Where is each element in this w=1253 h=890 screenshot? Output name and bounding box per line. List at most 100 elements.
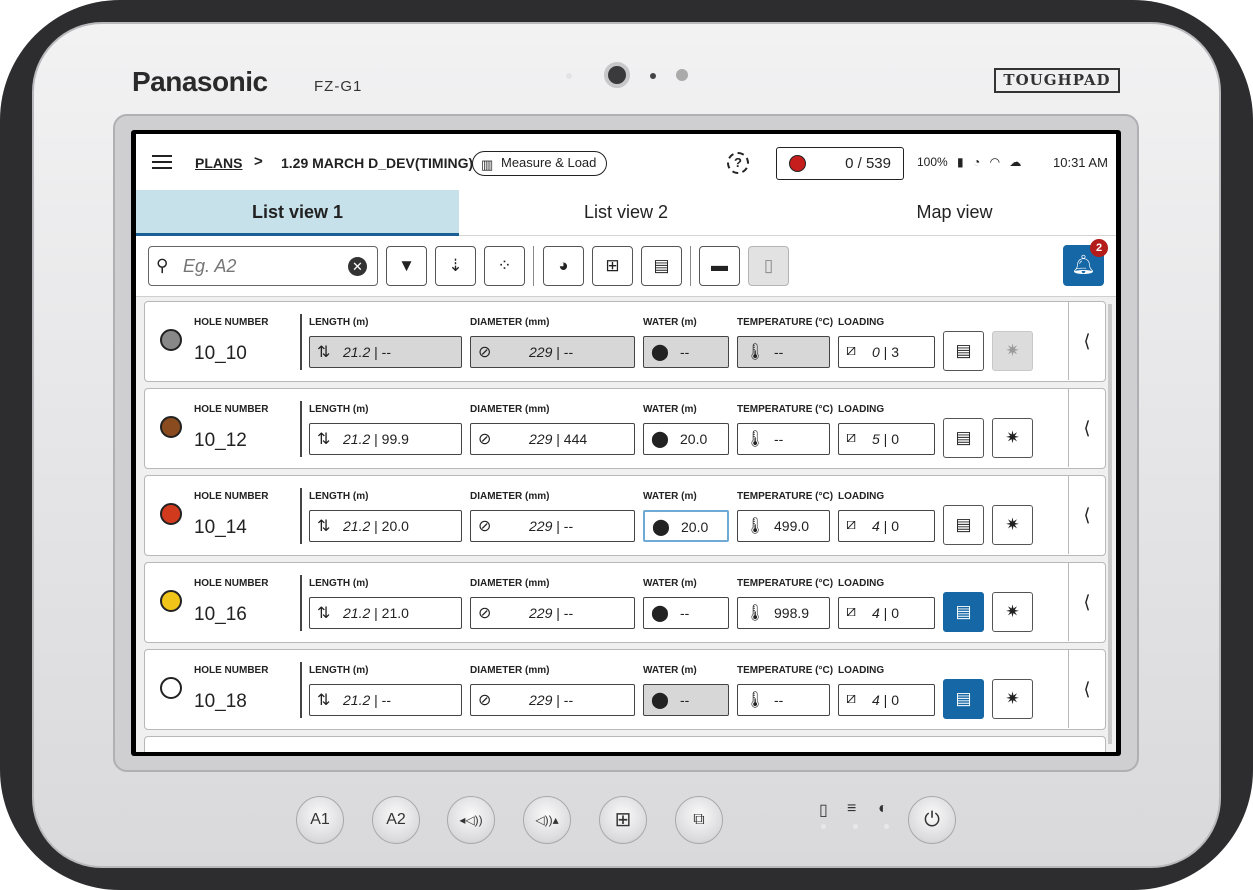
water-field[interactable]: ⬤ 20.0 — [643, 423, 729, 455]
volume-up-button[interactable]: ◁))▴ — [523, 796, 571, 844]
volume-down-button[interactable]: ◂◁)) — [447, 796, 495, 844]
diameter-actual: -- — [563, 344, 574, 360]
rotation-button[interactable]: ⧉ — [675, 796, 723, 844]
length-icon: ⇅ — [317, 344, 331, 361]
hole-row[interactable]: HOLE NUMBER 10_14 LENGTH (m) ⇅ 21.2 | 20… — [144, 475, 1106, 556]
length-field[interactable]: ⇅ 21.2 | -- — [309, 684, 462, 716]
length-icon: ⇅ — [317, 605, 331, 622]
temperature-field[interactable]: 🌡︎ 998.9 — [737, 597, 830, 629]
cloud-icon: ☁ — [1009, 155, 1022, 169]
expand-row-button[interactable]: ⟨ — [1068, 389, 1105, 467]
ambient-sensor — [676, 69, 688, 81]
breadcrumb-plans-link[interactable]: PLANS — [195, 155, 242, 171]
hole-row-partial[interactable] — [144, 736, 1106, 752]
export-button[interactable]: ▯ — [748, 246, 789, 286]
measure-load-button[interactable]: ▥ Measure & Load — [472, 151, 608, 176]
diameter-field[interactable]: ⊘ 229 | -- — [470, 510, 635, 542]
diameter-field[interactable]: ⊘ 229 | 444 — [470, 423, 635, 455]
sort-button[interactable]: ⇣ — [435, 246, 476, 286]
loading-label: LOADING — [838, 404, 885, 415]
temperature-field[interactable]: 🌡︎ -- — [737, 423, 830, 455]
pattern-button[interactable]: ⁘ — [484, 246, 525, 286]
record-counter[interactable]: 0 / 539 — [776, 147, 904, 180]
loading-field[interactable]: ⧄ 5 | 0 — [838, 423, 935, 455]
expand-row-button[interactable]: ⟨ — [1068, 650, 1105, 728]
tab-map-view[interactable]: Map view — [793, 190, 1116, 236]
expand-row-button[interactable]: ⟨ — [1068, 476, 1105, 554]
breadcrumb-separator: > — [254, 153, 263, 170]
diameter-value: 229 | -- — [529, 605, 574, 621]
hole-load-button[interactable]: ✷ — [992, 418, 1033, 458]
temperature-value: 499.0 — [774, 518, 810, 534]
loading-value: 4 | 0 — [872, 605, 900, 621]
water-value: -- — [680, 344, 690, 360]
notification-badge: 2 — [1090, 239, 1108, 257]
temperature-field[interactable]: 🌡︎ -- — [737, 336, 830, 368]
status-bar: 100% ▮ ◔ ◠ ☁ — [917, 155, 1027, 169]
loading-value: 5 | 0 — [872, 431, 900, 447]
hole-row[interactable]: HOLE NUMBER 10_16 LENGTH (m) ⇅ 21.2 | 21… — [144, 562, 1106, 643]
water-field[interactable]: ⬤ -- — [643, 597, 729, 629]
hole-load-button[interactable]: ✷ — [992, 679, 1033, 719]
report-button[interactable]: ▤ — [641, 246, 682, 286]
expand-row-button[interactable]: ⟨ — [1068, 302, 1105, 380]
loading-field[interactable]: ⧄ 0 | 3 — [838, 336, 935, 368]
temperature-field[interactable]: 🌡︎ 499.0 — [737, 510, 830, 542]
length-label: LENGTH (m) — [309, 317, 369, 328]
hole-number: 10_10 — [194, 343, 247, 364]
loading-field[interactable]: ⧄ 4 | 0 — [838, 597, 935, 629]
hole-row[interactable]: HOLE NUMBER 10_10 LENGTH (m) ⇅ 21.2 | --… — [144, 301, 1106, 382]
diameter-field[interactable]: ⊘ 229 | -- — [470, 336, 635, 368]
hole-load-button[interactable]: ✷ — [992, 505, 1033, 545]
thermometer-icon: 🌡︎ — [745, 431, 766, 448]
search-input[interactable] — [183, 253, 333, 279]
tab-list-view-1[interactable]: List view 1 — [136, 190, 459, 236]
help-icon[interactable]: ? — [727, 152, 749, 174]
length-planned: 21.2 — [343, 605, 371, 621]
clear-search-icon[interactable]: ✕ — [348, 257, 367, 276]
loading-field[interactable]: ⧄ 4 | 0 — [838, 510, 935, 542]
location-button[interactable]: ◕ — [543, 246, 584, 286]
hole-report-button[interactable]: ▤ — [943, 505, 984, 545]
windows-button[interactable]: ⊞ — [599, 796, 647, 844]
loading-field[interactable]: ⧄ 4 | 0 — [838, 684, 935, 716]
measure-load-label: Measure & Load — [501, 155, 597, 170]
loading-chart-icon: ⧄ — [846, 690, 857, 707]
filter-button[interactable]: ▼ — [386, 246, 427, 286]
length-value: 21.2 | -- — [343, 344, 391, 360]
temperature-label: TEMPERATURE (°C) — [737, 578, 834, 589]
diameter-field[interactable]: ⊘ 229 | -- — [470, 597, 635, 629]
diameter-icon: ⊘ — [478, 692, 492, 709]
hole-report-button[interactable]: ▤ — [943, 592, 984, 632]
open-folder-button[interactable]: ▬ — [699, 246, 740, 286]
hole-report-button[interactable]: ▤ — [943, 679, 984, 719]
scrollbar[interactable] — [1108, 304, 1112, 744]
water-field[interactable]: ⬤ -- — [643, 684, 729, 716]
expand-row-button[interactable]: ⟨ — [1068, 563, 1105, 641]
water-field[interactable]: ⬤ -- — [643, 336, 729, 368]
sort-icon: ⇣ — [448, 256, 463, 275]
tab-list-view-2[interactable]: List view 2 — [459, 190, 793, 236]
power-button[interactable]: ⏻ — [908, 796, 956, 844]
length-field[interactable]: ⇅ 21.2 | 99.9 — [309, 423, 462, 455]
a2-button[interactable]: A2 — [372, 796, 420, 844]
app-header: PLANS > 1.29 MARCH D_DEV(TIMING) ▥ Measu… — [136, 134, 1116, 190]
water-field[interactable]: ⬤ 20.0 — [643, 510, 729, 542]
hole-report-button[interactable]: ▤ — [943, 418, 984, 458]
diameter-field[interactable]: ⊘ 229 | -- — [470, 684, 635, 716]
temperature-field[interactable]: 🌡︎ -- — [737, 684, 830, 716]
hole-row[interactable]: HOLE NUMBER 10_12 LENGTH (m) ⇅ 21.2 | 99… — [144, 388, 1106, 469]
explosive-icon: ✷ — [1005, 341, 1020, 360]
length-field[interactable]: ⇅ 21.2 | -- — [309, 336, 462, 368]
table-button[interactable]: ⊞ — [592, 246, 633, 286]
hole-load-button[interactable]: ✷ — [992, 331, 1033, 371]
hole-row[interactable]: HOLE NUMBER 10_18 LENGTH (m) ⇅ 21.2 | --… — [144, 649, 1106, 730]
a1-button[interactable]: A1 — [296, 796, 344, 844]
hole-load-button[interactable]: ✷ — [992, 592, 1033, 632]
table-icon: ⊞ — [605, 256, 620, 275]
length-field[interactable]: ⇅ 21.2 | 21.0 — [309, 597, 462, 629]
explosive-icon: ✷ — [1005, 602, 1020, 621]
menu-icon[interactable] — [152, 155, 172, 169]
length-field[interactable]: ⇅ 21.2 | 20.0 — [309, 510, 462, 542]
hole-report-button[interactable]: ▤ — [943, 331, 984, 371]
